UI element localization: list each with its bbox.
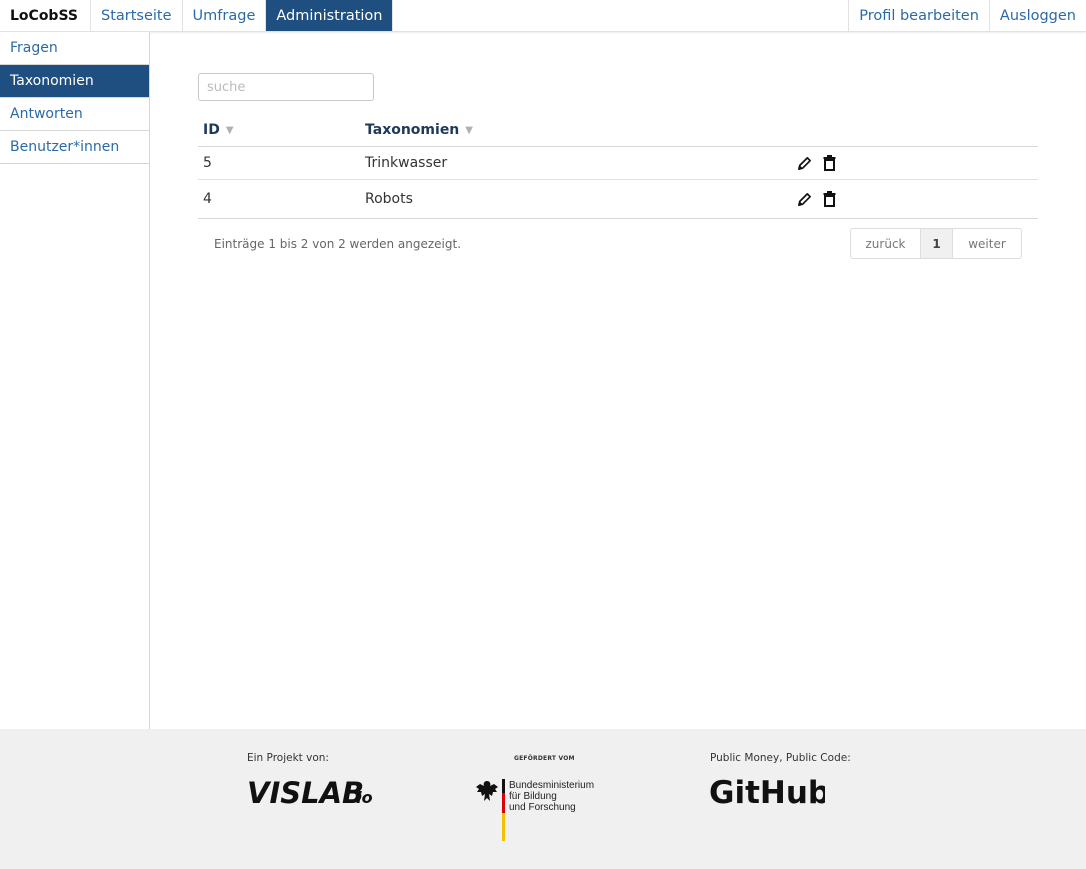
svg-text:GitHub: GitHub bbox=[709, 775, 825, 809]
trash-icon[interactable] bbox=[822, 154, 837, 172]
pagination-next-button[interactable]: weiter bbox=[953, 229, 1021, 258]
nav-umfrage[interactable]: Umfrage bbox=[183, 0, 267, 31]
cell-taxonomy: Trinkwasser bbox=[365, 155, 448, 171]
sort-down-icon[interactable]: ▼ bbox=[226, 125, 234, 136]
brand-logo[interactable]: LoCobSS bbox=[0, 0, 91, 31]
taxonomy-table: ID ▼ Taxonomien ▼ 5 Trinkwasser 4 Robots bbox=[198, 114, 1038, 219]
top-navbar: LoCobSS Startseite Umfrage Administratio… bbox=[0, 0, 1086, 32]
column-header-label: ID bbox=[203, 122, 220, 138]
footer-project-label: Ein Projekt von: bbox=[247, 752, 329, 764]
column-header-taxonomien[interactable]: Taxonomien ▼ bbox=[360, 122, 793, 138]
cell-taxonomy: Robots bbox=[365, 191, 413, 207]
search-input[interactable] bbox=[198, 73, 374, 101]
table-info: Einträge 1 bis 2 von 2 werden angezeigt. bbox=[214, 237, 462, 251]
bmbf-logo[interactable]: Bundesministerium für Bildung und Forsch… bbox=[474, 779, 614, 843]
footer-funded-label: GEFÖRDERT VOM bbox=[514, 755, 575, 762]
table-row: 5 Trinkwasser bbox=[198, 147, 1038, 180]
pagination: zurück 1 weiter bbox=[850, 228, 1022, 259]
vislab-logo[interactable]: VISLAB .io bbox=[247, 773, 377, 811]
svg-text:.io: .io bbox=[350, 788, 373, 807]
nav-startseite[interactable]: Startseite bbox=[91, 0, 183, 31]
column-header-label: Taxonomien bbox=[365, 122, 460, 138]
table-row: 4 Robots bbox=[198, 180, 1038, 219]
nav-profil-bearbeiten[interactable]: Profil bearbeiten bbox=[848, 0, 989, 31]
ministry-line: für Bildung bbox=[509, 791, 557, 802]
nav-ausloggen[interactable]: Ausloggen bbox=[988, 0, 1086, 31]
nav-administration[interactable]: Administration bbox=[266, 0, 394, 31]
footer-code-label: Public Money, Public Code: bbox=[710, 752, 851, 764]
pagination-page-button[interactable]: 1 bbox=[921, 229, 953, 258]
cell-id: 4 bbox=[203, 191, 212, 207]
eagle-icon bbox=[476, 781, 498, 801]
sidebar-item-antworten[interactable]: Antworten bbox=[0, 98, 149, 131]
ministry-line: und Forschung bbox=[509, 802, 576, 813]
row-actions bbox=[793, 190, 837, 208]
svg-text:VISLAB: VISLAB bbox=[247, 776, 364, 807]
pagination-prev-button[interactable]: zurück bbox=[851, 229, 921, 258]
pencil-icon[interactable] bbox=[797, 190, 812, 208]
sidebar-item-taxonomien[interactable]: Taxonomien bbox=[0, 65, 149, 98]
column-header-id[interactable]: ID ▼ bbox=[198, 122, 360, 138]
ministry-line: Bundesministerium bbox=[509, 780, 595, 791]
row-actions bbox=[793, 154, 837, 172]
pencil-icon[interactable] bbox=[797, 154, 812, 172]
sidebar: Fragen Taxonomien Antworten Benutzer*inn… bbox=[0, 32, 150, 729]
sidebar-item-fragen[interactable]: Fragen bbox=[0, 32, 149, 65]
footer: Ein Projekt von: VISLAB .io GEFÖRDERT VO… bbox=[0, 729, 1086, 869]
cell-id: 5 bbox=[203, 155, 212, 171]
sort-down-icon[interactable]: ▼ bbox=[465, 125, 473, 136]
trash-icon[interactable] bbox=[822, 190, 837, 208]
table-header: ID ▼ Taxonomien ▼ bbox=[198, 114, 1038, 147]
github-logo[interactable]: GitHub bbox=[709, 773, 830, 813]
sidebar-item-benutzerinnen[interactable]: Benutzer*innen bbox=[0, 131, 149, 164]
